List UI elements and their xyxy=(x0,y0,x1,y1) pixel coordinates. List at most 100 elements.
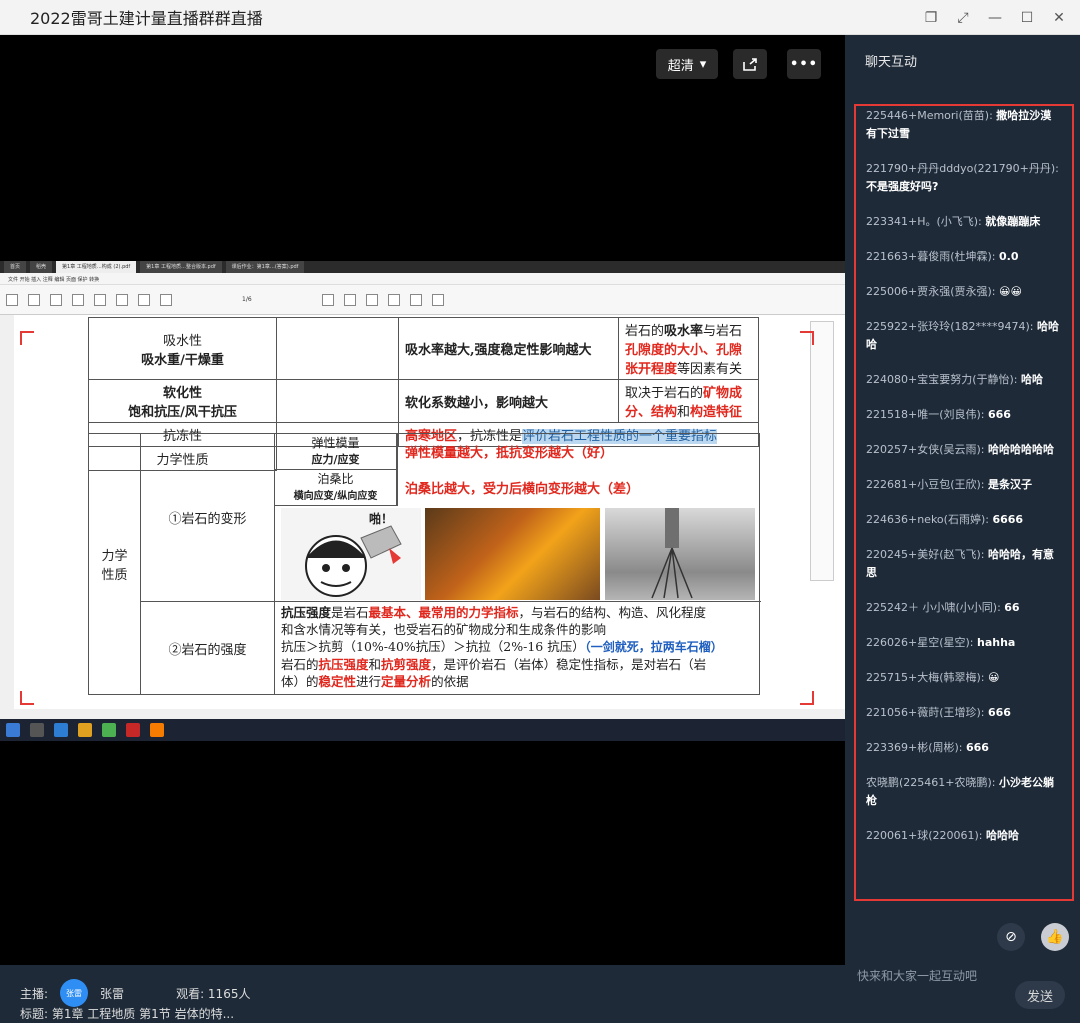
table-cell: 吸水率越大,强度稳定性影响越大 xyxy=(398,317,619,380)
cell-text: 吸水性 xyxy=(162,333,202,349)
chat-message: 224636+neko(石雨婷): 6666 xyxy=(866,511,1062,529)
chat-message: 221790+丹丹dddyo(221790+丹丹): 不是强度好吗? xyxy=(866,160,1062,196)
chat-text: 哈哈哈 xyxy=(986,829,1019,842)
cell-text: ，是评价岩石（岩体）稳定性指标，是对岩石（岩 xyxy=(431,657,707,672)
tool-icon xyxy=(431,293,444,306)
tool-icon xyxy=(387,293,400,306)
chat-text: 哈哈哈哈哈哈 xyxy=(988,443,1054,456)
table-cell xyxy=(276,317,399,380)
cell-text: 泊桑比越大，受力后横向变形越大（差） xyxy=(405,482,640,497)
table-cell: 力学性质 xyxy=(89,434,141,694)
avatar[interactable]: 张雷 xyxy=(60,979,89,1007)
cell-text: 和 xyxy=(368,657,382,672)
table-cell: 岩石的吸水率与岩石孔隙度的大小、孔隙张开程度等因素有关 xyxy=(618,317,759,380)
chat-text: 就像蹦蹦床 xyxy=(985,215,1041,228)
chat-username: 农晓鹏(225461+农晓鹏): xyxy=(866,776,996,789)
chat-title: 聊天互动 xyxy=(865,55,918,70)
chat-text: 0.0 xyxy=(999,250,1019,263)
chat-panel: 聊天互动 225446+Memori(苗苗): 撒哈拉沙漠有下过雪 221790+… xyxy=(845,35,1080,1023)
chat-message: 225715+大梅(韩翠梅): 😀 xyxy=(866,669,1062,687)
tool-icon xyxy=(28,293,40,306)
like-button[interactable]: 👍 xyxy=(1041,923,1069,951)
mechanical-section: 力学性质 ①岩石的变形 弹性模量 应力/应变 弹性模量越大，抵抗变形越大（好） … xyxy=(88,433,761,695)
video-player[interactable]: 超清 ▾ ••• 首页 稻壳 第1章 工程地质…构成 (2).pdf 第1章 工… xyxy=(0,35,845,965)
more-button[interactable]: ••• xyxy=(787,49,821,79)
cell-text: 构造特征 xyxy=(690,405,743,420)
cell-text: 饱和抗压/风干抗压 xyxy=(128,405,237,420)
more-icon: ••• xyxy=(790,56,818,72)
cell-text: 与岩石 xyxy=(703,324,743,339)
table-cell: 吸水性 吸水重/干燥重 xyxy=(88,317,277,380)
table-cell xyxy=(276,379,399,423)
chat-message: 224080+宝宝要努力(于静怡): 哈哈 xyxy=(866,371,1062,389)
chat-input[interactable]: 快来和大家一起互动吧 xyxy=(857,967,1007,984)
tool-icon xyxy=(116,293,128,306)
send-button[interactable]: 发送 xyxy=(1015,981,1065,1009)
close-button[interactable]: ✕ xyxy=(1048,7,1070,29)
taskbar-icon xyxy=(54,723,68,737)
document-statusbar xyxy=(0,709,845,719)
window-controls: ❐ ⤢ — ☐ ✕ xyxy=(920,0,1070,35)
host-row: 主播: 张雷 张雷 观看: 1165人 xyxy=(20,979,250,1007)
cell-text: 和 xyxy=(677,405,691,420)
quality-selector[interactable]: 超清 ▾ xyxy=(656,49,718,79)
doc-tab[interactable]: 稻壳 xyxy=(30,261,53,273)
thumbs-up-icon: 👍 xyxy=(1046,929,1064,945)
title-bar: 2022雷哥土建计量直播群群直播 ❐ ⤢ — ☐ ✕ xyxy=(0,0,1080,35)
cell-text: 等因素有关 xyxy=(677,362,743,377)
taskbar-icon xyxy=(102,723,116,737)
doc-tab[interactable]: 第1章 工程地质…整合版本.pdf xyxy=(140,261,222,273)
table-cell: 弹性模量 应力/应变 xyxy=(275,434,397,470)
cell-text: ②岩石的强度 xyxy=(168,642,247,658)
chat-username: 225715+大梅(韩翠梅): xyxy=(866,671,985,684)
maximize-button[interactable]: ☐ xyxy=(1016,7,1038,29)
text-line: 体）的稳定性进行定量分析的依据 xyxy=(281,673,757,690)
chat-text: 哈哈 xyxy=(1021,373,1043,386)
taskbar-icon xyxy=(30,723,44,737)
meme-image xyxy=(605,508,755,600)
host-label: 主播: xyxy=(20,986,49,1001)
cell-text: 抗压强度 xyxy=(281,605,332,620)
quality-label: 超清 xyxy=(667,58,694,74)
cell-text: 岩石的 xyxy=(281,657,319,672)
text-line: 抗压＞抗剪（10%-40%抗压）＞抗拉（2%-16 抗压）（一剑就死，拉两车石榴… xyxy=(281,638,757,656)
tool-icon xyxy=(94,293,106,306)
caret-down-icon: ▾ xyxy=(699,56,707,72)
popout-icon[interactable]: ❐ xyxy=(920,7,942,29)
doc-tab[interactable]: 课后作业：第1章…(答案).pdf xyxy=(225,261,305,273)
window-title: 2022雷哥土建计量直播群群直播 xyxy=(30,9,263,28)
cell-text: 是岩石 xyxy=(331,605,369,620)
corner-marker xyxy=(20,331,34,345)
minimize-button[interactable]: — xyxy=(984,7,1006,29)
doc-tab[interactable]: 首页 xyxy=(4,261,27,273)
corner-marker xyxy=(800,691,814,705)
text-line: 岩石的抗压强度和抗剪强度，是评价岩石（岩体）稳定性指标，是对岩石（岩 xyxy=(281,656,757,673)
document-menu: 文件 开始 插入 注释 编辑 页面 保护 转换 xyxy=(0,273,845,285)
chat-message: 226026+星空(星空): hahha xyxy=(866,634,1062,652)
fullscreen-icon[interactable]: ⤢ xyxy=(952,7,974,29)
link-icon: ⊘ xyxy=(1005,929,1017,945)
chat-text: 66 xyxy=(1004,601,1020,614)
chat-message: 221663+暮俊雨(杜坤霖): 0.0 xyxy=(866,248,1062,266)
os-taskbar xyxy=(0,719,845,741)
share-button[interactable] xyxy=(733,49,767,79)
chat-message: 220245+美好(赵飞飞): 哈哈哈，有意思 xyxy=(866,546,1062,582)
chat-username: 224080+宝宝要努力(于静怡): xyxy=(866,373,1018,386)
doc-tab[interactable]: 第1章 工程地质…构成 (2).pdf xyxy=(56,261,137,273)
tool-icon xyxy=(321,293,334,306)
annotation-toolbar[interactable] xyxy=(810,321,834,581)
chat-message-list[interactable]: 225446+Memori(苗苗): 撒哈拉沙漠有下过雪 221790+丹丹ddd… xyxy=(854,104,1074,901)
chat-text: 666 xyxy=(966,741,989,754)
chat-message: 农晓鹏(225461+农晓鹏): 小沙老公躺枪 xyxy=(866,774,1062,810)
document-tabs: 首页 稻壳 第1章 工程地质…构成 (2).pdf 第1章 工程地质…整合版本.… xyxy=(0,261,845,273)
tool-icon xyxy=(160,293,172,306)
taskbar-icon xyxy=(150,723,164,737)
host-info-bar: 主播: 张雷 张雷 观看: 1165人 标题: 第1章 工程地质 第1节 岩体的… xyxy=(0,965,845,1023)
chat-text: 😀 xyxy=(988,671,1000,684)
link-button[interactable]: ⊘ xyxy=(997,923,1025,951)
cell-text: 稳定性 xyxy=(318,674,357,689)
cell-text: 定量分析 xyxy=(381,674,432,689)
meme-image: 啪！ xyxy=(281,508,421,600)
divider xyxy=(397,434,398,506)
chat-username: 225446+Memori(苗苗): xyxy=(866,109,993,122)
